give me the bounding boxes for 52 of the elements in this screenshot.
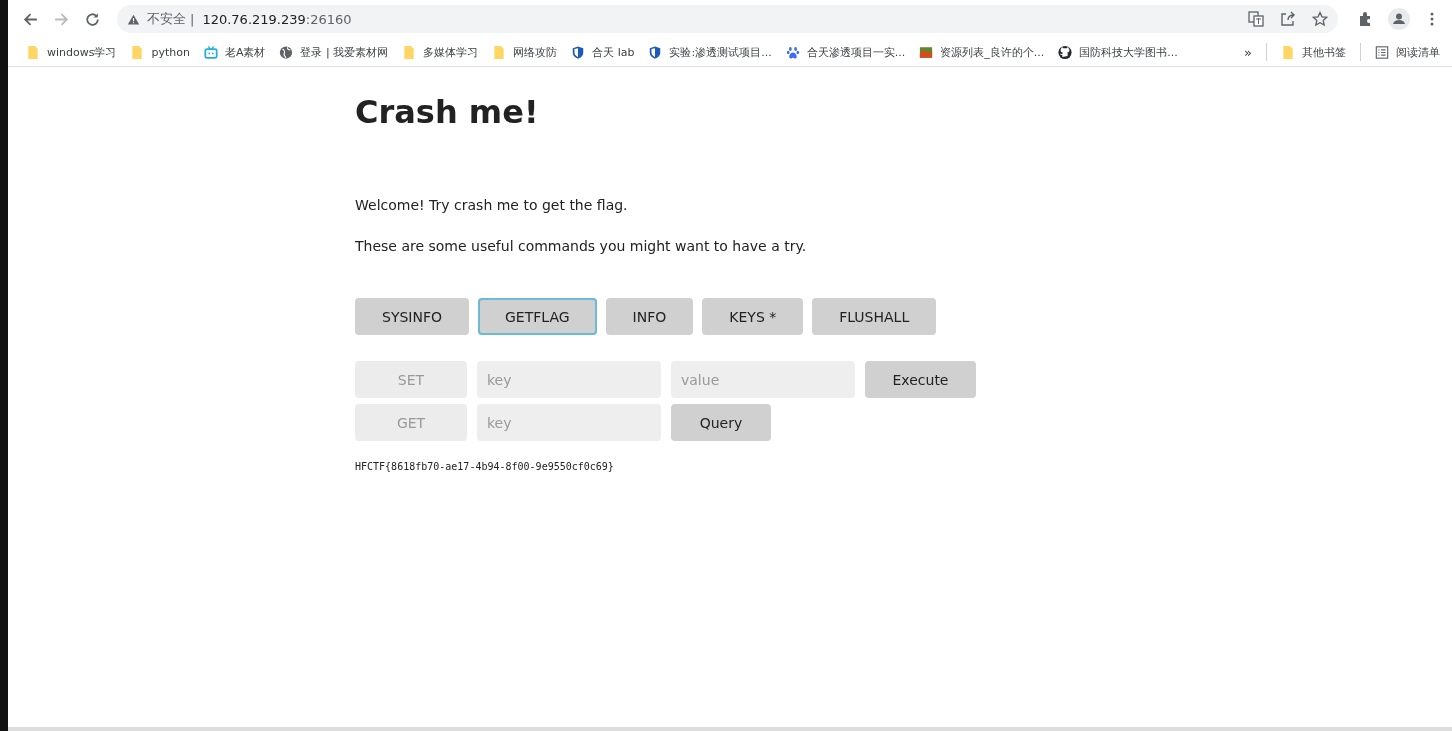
share-icon[interactable]	[1280, 11, 1296, 27]
bookmark[interactable]: 资源列表_良许的个...	[919, 44, 1045, 60]
command-button[interactable]: SYSINFO	[355, 298, 469, 335]
paragraph: Welcome! Try crash me to get the flag.	[355, 197, 629, 213]
folder-icon	[492, 44, 507, 60]
shield-icon	[648, 44, 663, 60]
bookmark[interactable]: 网络攻防	[492, 44, 558, 60]
reading-list[interactable]: 阅读清单	[1375, 44, 1440, 60]
paragraph: These are some useful commands you might want to have a try.	[355, 238, 808, 254]
url-port: :26160	[305, 11, 352, 27]
execute-button[interactable]: Execute	[865, 361, 976, 398]
folder-icon	[26, 44, 40, 60]
command-button[interactable]: GETFLAG	[478, 298, 597, 335]
page-title: Crash me!	[355, 93, 540, 131]
value-input[interactable]: value	[671, 361, 855, 398]
bookmark[interactable]: python	[130, 44, 190, 60]
photo-icon	[919, 44, 934, 60]
bookmark[interactable]: 合天 lab	[571, 44, 635, 60]
bookmark[interactable]: 合天渗透项目一实...	[785, 44, 906, 60]
profile-icon[interactable]	[1388, 8, 1410, 30]
bookmark[interactable]: 实验:渗透测试项目...	[648, 44, 772, 60]
more-bookmarks[interactable]: »	[1244, 44, 1252, 60]
translate-icon[interactable]	[1248, 11, 1264, 27]
command-button[interactable]: FLUSHALL	[812, 298, 937, 335]
bookmark[interactable]: windows学习	[26, 44, 117, 60]
key-input[interactable]: key	[477, 404, 661, 441]
query-button[interactable]: Query	[671, 404, 771, 441]
folder-icon	[130, 44, 145, 60]
folder-icon	[402, 44, 417, 60]
command-button[interactable]: KEYS *	[702, 298, 804, 335]
shield-icon	[571, 44, 586, 60]
tv-icon	[203, 44, 218, 60]
bookmark[interactable]: 登录 | 我爱素材网	[279, 44, 389, 60]
security-label: 不安全	[147, 10, 186, 28]
github-icon	[1058, 44, 1073, 60]
command-button[interactable]: INFO	[605, 298, 694, 335]
address-bar[interactable]: 不安全 | 120.76.219.239:26160	[117, 5, 1338, 33]
key-input[interactable]: key	[477, 361, 661, 398]
url-host: 120.76.219.239	[202, 11, 306, 27]
list-icon	[1375, 44, 1389, 60]
flag-output: HFCTF{8618fb70-ae17-4b94-8f00-9e9550cf0c69}	[355, 461, 615, 472]
bookmark[interactable]: 国防科技大学图书...	[1058, 44, 1178, 60]
folder-icon	[1281, 44, 1295, 60]
warning-icon	[127, 12, 140, 26]
bookmark[interactable]: 老A素材	[203, 44, 266, 60]
bookmark[interactable]: 多媒体学习	[402, 44, 479, 60]
reload-icon[interactable]	[84, 10, 101, 28]
address-separator: |	[190, 11, 195, 27]
globe-icon	[279, 44, 294, 60]
bookmark-folder[interactable]: 其他书签	[1281, 44, 1346, 60]
star-icon[interactable]	[1312, 11, 1328, 27]
paw-icon	[785, 44, 800, 60]
